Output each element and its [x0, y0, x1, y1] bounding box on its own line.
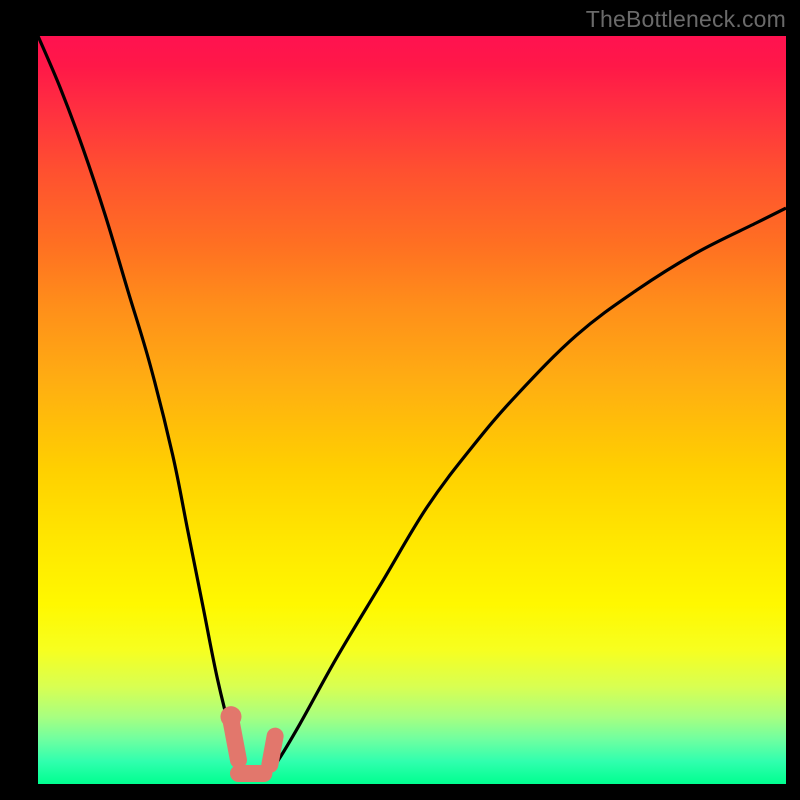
plot-area — [38, 36, 786, 784]
chart-frame: TheBottleneck.com — [0, 0, 800, 800]
optimal-marker — [220, 706, 275, 773]
bottleneck-curve — [38, 36, 786, 784]
watermark-text: TheBottleneck.com — [586, 6, 786, 33]
